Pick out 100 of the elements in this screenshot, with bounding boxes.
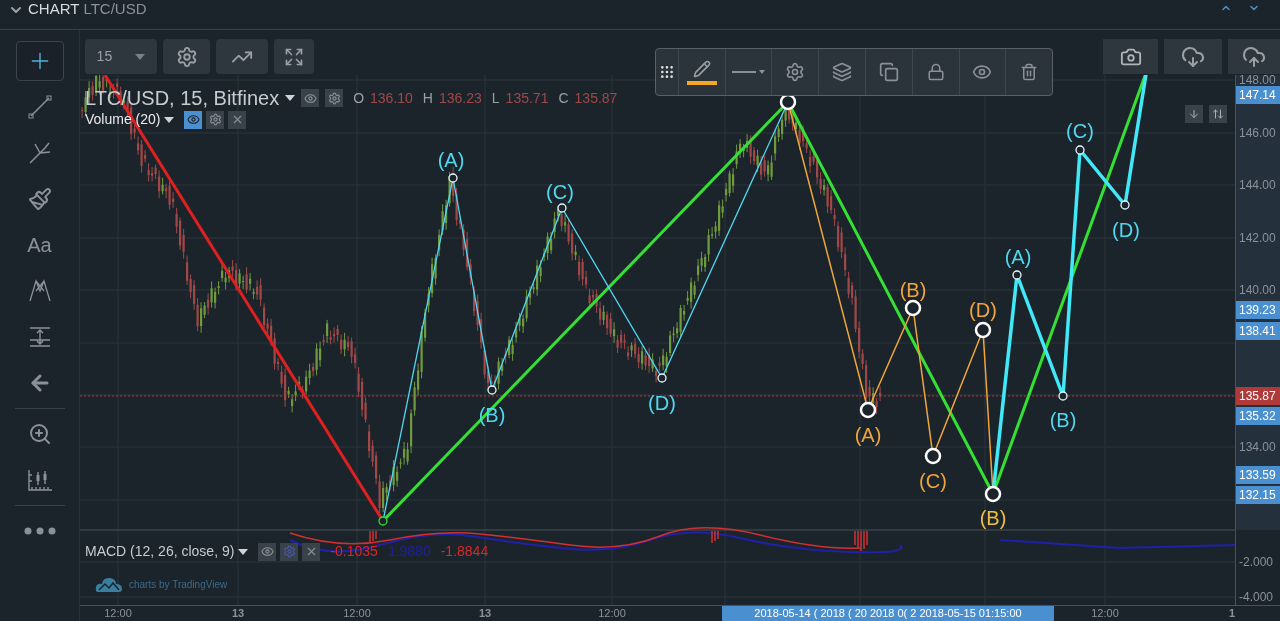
point-marker[interactable] — [904, 299, 922, 317]
point-marker — [487, 385, 497, 395]
wave-label: (D) — [648, 392, 676, 414]
caret-icon — [759, 70, 766, 74]
more-icon — [23, 527, 56, 535]
eye-icon — [260, 545, 274, 558]
ohlc-label: H — [422, 88, 433, 108]
point-marker — [1012, 270, 1022, 280]
remove-button[interactable] — [228, 110, 247, 129]
wave-label: (B) — [899, 279, 927, 301]
drag-handle-icon[interactable] — [659, 64, 675, 80]
axis-tick-label: 144.00 — [1239, 178, 1276, 192]
indicator-value: 1.9880 — [387, 542, 431, 561]
time-label: 1 — [1228, 606, 1236, 621]
wave-label: (C) — [546, 181, 574, 203]
indicators-button[interactable] — [216, 39, 268, 74]
time-label: 13 — [231, 606, 245, 621]
tool-button[interactable]: Aa — [15, 225, 64, 265]
ohlc-label: O — [353, 88, 365, 108]
price-marker: 147.14 — [1236, 86, 1280, 104]
price-marker: 138.41 — [1236, 322, 1280, 340]
caret-icon[interactable] — [285, 95, 296, 101]
time-label: 12:00 — [343, 606, 371, 621]
wave-label: (A) — [854, 424, 882, 446]
price-marker: 133.59 — [1236, 466, 1280, 484]
gear-icon — [175, 45, 198, 68]
scale-button[interactable] — [1209, 105, 1227, 123]
point-marker[interactable] — [974, 321, 992, 339]
point-marker — [1058, 391, 1068, 401]
point-marker[interactable] — [924, 447, 942, 465]
axis-tick-label: 140.00 — [1239, 283, 1276, 297]
eye-icon — [187, 113, 200, 126]
wave-label: (A) — [437, 149, 465, 171]
axis-tick-label: -4.000 — [1239, 590, 1274, 604]
cloud-download-button[interactable] — [1164, 39, 1222, 74]
settings-button[interactable] — [325, 89, 344, 107]
point-marker — [1075, 145, 1085, 155]
fullscreen-button[interactable] — [274, 39, 314, 74]
indicator-title[interactable]: MACD (12, 26, close, 9) — [85, 541, 235, 562]
caret-icon[interactable] — [164, 116, 175, 123]
wave-label: (A) — [1004, 246, 1032, 268]
axis-tick-label: 148.00 — [1239, 73, 1276, 87]
pencil-icon — [692, 59, 711, 78]
point-marker — [448, 173, 458, 183]
trash-icon — [1020, 63, 1039, 81]
price-marker: 135.87 — [1236, 387, 1280, 405]
point-marker — [378, 516, 388, 526]
cloud-upload-button[interactable] — [1228, 39, 1280, 74]
eye-button[interactable] — [258, 542, 277, 561]
crosshair-time-label: 2018-05-14 ( 2018 ( 20 2018 0( 2 2018-05-15 01:15:00 — [722, 606, 1054, 621]
copy-icon — [878, 62, 899, 82]
ohlc-value: 136.10 — [370, 88, 413, 108]
price-marker: 139.23 — [1236, 301, 1280, 319]
wave-label: (C) — [1066, 120, 1094, 142]
gear-icon — [209, 113, 222, 126]
cloud-logo-icon — [95, 575, 123, 593]
measure-icon — [25, 467, 54, 493]
fullscreen-icon — [284, 46, 304, 67]
settings-button[interactable] — [206, 110, 225, 129]
line-icon — [26, 94, 53, 120]
ohlc-label: L — [491, 88, 500, 108]
brush-icon — [27, 187, 52, 211]
interval-dropdown[interactable]: 15 — [85, 39, 157, 74]
symbol-name: LTC/USD — [83, 0, 147, 18]
gear-icon — [282, 545, 296, 558]
ohlc-value: 135.71 — [505, 88, 549, 108]
ohlc-value: 136.23 — [439, 88, 482, 108]
time-label: 12:00 — [1091, 606, 1119, 621]
price-marker: 135.32 — [1236, 407, 1280, 425]
eye-button[interactable] — [184, 110, 203, 129]
wave-label: (B) — [979, 507, 1007, 529]
line-icon — [732, 71, 757, 73]
layers-icon — [832, 62, 853, 82]
cloud-upload-icon — [1242, 44, 1266, 69]
point-marker[interactable] — [859, 401, 877, 419]
point-marker[interactable] — [984, 485, 1002, 503]
panel-title: CHART — [28, 0, 80, 18]
point-marker — [657, 373, 667, 383]
wave-label: (D) — [1112, 219, 1140, 241]
axis-tick-label: 146.00 — [1239, 126, 1276, 140]
point-marker — [1120, 200, 1130, 210]
screenshot-button[interactable] — [1103, 39, 1158, 74]
wave-label: (D) — [969, 299, 997, 321]
close-icon — [231, 113, 244, 126]
tool-button[interactable] — [15, 41, 64, 81]
zoom-icon — [27, 422, 52, 446]
lock-icon — [926, 63, 945, 81]
caret-icon[interactable] — [238, 548, 249, 555]
indicator-value: -1.8844 — [440, 542, 489, 561]
axis-tick-label: -2.000 — [1239, 555, 1274, 569]
point-marker — [557, 203, 567, 213]
axis-tick-label: 142.00 — [1239, 231, 1276, 245]
remove-button[interactable] — [302, 542, 321, 561]
price-marker: 132.15 — [1236, 486, 1280, 504]
settings-button[interactable] — [163, 39, 210, 74]
up-down-arrow-icon — [1212, 108, 1224, 120]
eye-button[interactable] — [301, 89, 320, 107]
gear-icon — [327, 91, 341, 105]
ohlc-label: C — [558, 88, 569, 108]
time-label: 13 — [478, 606, 492, 621]
